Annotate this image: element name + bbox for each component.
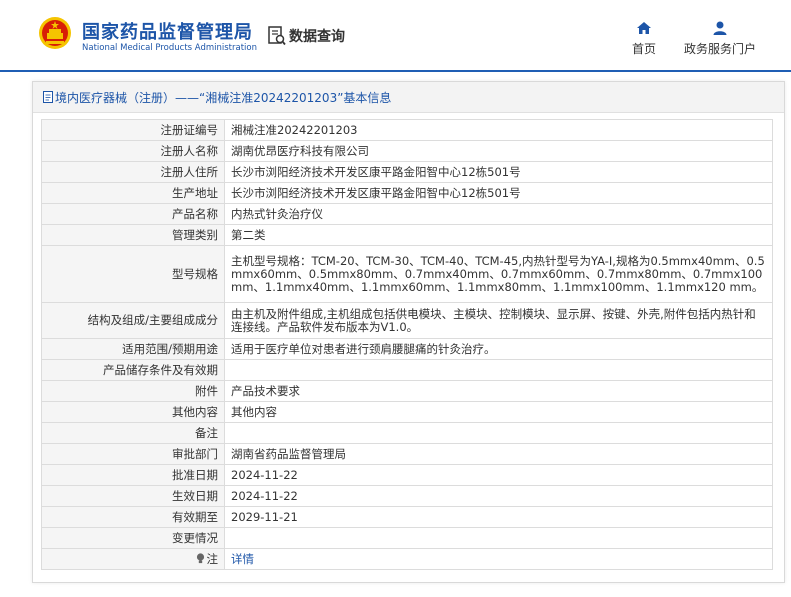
field-value: 2029-11-21 bbox=[224, 506, 773, 528]
table-row: 注册人名称 湖南优昂医疗科技有限公司 bbox=[41, 140, 773, 162]
table-row: 审批部门 湖南省药品监督管理局 bbox=[41, 443, 773, 465]
field-value: 产品技术要求 bbox=[224, 380, 773, 402]
field-value: 2024-11-22 bbox=[224, 485, 773, 507]
table-row: 其他内容 其他内容 bbox=[41, 401, 773, 423]
note-label: 注 bbox=[206, 551, 219, 566]
field-value: 由主机及附件组成,主机组成包括供电模块、主模块、控制模块、显示屏、按键、外壳,附… bbox=[224, 302, 773, 339]
field-label: 型号规格 bbox=[41, 245, 225, 303]
field-value: 适用于医疗单位对患者进行颈肩腰腿痛的针灸治疗。 bbox=[224, 338, 773, 360]
national-emblem-icon bbox=[39, 17, 71, 49]
site-header: 国家药品监督管理局 National Medical Products Admi… bbox=[0, 0, 791, 70]
field-label: 附件 bbox=[41, 380, 225, 402]
field-label: 变更情况 bbox=[41, 527, 225, 549]
data-query-label: 数据查询 bbox=[289, 29, 345, 45]
document-search-icon bbox=[268, 26, 286, 46]
site-subtitle: National Medical Products Administration bbox=[82, 43, 257, 53]
detail-panel: 境内医疗器械（注册）——“湘械注准20242201203”基本信息 注册证编号湘… bbox=[32, 81, 785, 583]
home-icon bbox=[637, 22, 651, 34]
field-value: 湖南优昂医疗科技有限公司 bbox=[224, 140, 773, 162]
field-value: 第二类 bbox=[224, 224, 773, 246]
breadcrumb-text: 境内医疗器械（注册）——“湘械注准20242201203”基本信息 bbox=[55, 90, 392, 105]
field-value: 内热式针灸治疗仪 bbox=[224, 203, 773, 225]
table-row: 附件 产品技术要求 bbox=[41, 380, 773, 402]
data-query-link[interactable]: 数据查询 bbox=[268, 25, 345, 47]
table-row: 产品名称 内热式针灸治疗仪 bbox=[41, 203, 773, 225]
field-label: 产品储存条件及有效期 bbox=[41, 359, 225, 381]
field-value: 长沙市浏阳经济技术开发区康平路金阳智中心12栋501号 bbox=[224, 182, 773, 204]
detail-table: 注册证编号 湘械注准20242201203 注册人名称 湖南优昂医疗科技有限公司 注册人… bbox=[41, 119, 773, 570]
table-row: 注册人住所 长沙市浏阳经济技术开发区康平路金阳智中心12栋501号 bbox=[41, 161, 773, 183]
field-label: 注册人住所 bbox=[41, 161, 225, 183]
table-row: 产品储存条件及有效期 bbox=[41, 359, 773, 381]
details-link[interactable]: 详情 bbox=[231, 552, 254, 566]
field-label: 生效日期 bbox=[41, 485, 225, 507]
table-row: 生产地址 长沙市浏阳经济技术开发区康平路金阳智中心12栋501号 bbox=[41, 182, 773, 204]
field-value: 湘械注准20242201203 bbox=[224, 119, 773, 141]
field-value bbox=[224, 527, 773, 549]
breadcrumb: 境内医疗器械（注册）——“湘械注准20242201203”基本信息 bbox=[33, 82, 784, 113]
field-label: 管理类别 bbox=[41, 224, 225, 246]
table-row: 备注 bbox=[41, 422, 773, 444]
site-title: 国家药品监督管理局 bbox=[82, 22, 253, 43]
nav-home[interactable]: 首页 bbox=[632, 20, 656, 57]
table-row: 结构及组成/主要组成成分 由主机及附件组成,主机组成包括供电模块、主模块、控制模块… bbox=[41, 302, 773, 339]
nav-service-portal-label: 政务服务门户 bbox=[684, 42, 757, 56]
field-label: 注册人名称 bbox=[41, 140, 225, 162]
document-icon bbox=[43, 91, 53, 103]
table-row: 批准日期 2024-11-22 bbox=[41, 464, 773, 486]
field-label: 批准日期 bbox=[41, 464, 225, 486]
field-label: 有效期至 bbox=[41, 506, 225, 528]
field-label: 审批部门 bbox=[41, 443, 225, 465]
header-divider bbox=[0, 70, 791, 72]
table-row: 注册证编号 湘械注准20242201203 bbox=[41, 119, 773, 141]
field-label: 结构及组成/主要组成成分 bbox=[41, 302, 225, 339]
nav-home-label: 首页 bbox=[632, 42, 657, 56]
field-label: 其他内容 bbox=[41, 401, 225, 423]
field-label: 适用范围/预期用途 bbox=[41, 338, 225, 360]
table-row: 管理类别 第二类 bbox=[41, 224, 773, 246]
field-value: 长沙市浏阳经济技术开发区康平路金阳智中心12栋501号 bbox=[224, 161, 773, 183]
field-value bbox=[224, 422, 773, 444]
field-value bbox=[224, 359, 773, 381]
nav-service-portal[interactable]: 政务服务门户 bbox=[684, 20, 756, 57]
table-row: 适用范围/预期用途 适用于医疗单位对患者进行颈肩腰腿痛的针灸治疗。 bbox=[41, 338, 773, 360]
field-value: 其他内容 bbox=[224, 401, 773, 423]
note-value-cell: 详情 bbox=[224, 548, 773, 570]
field-label: 注册证编号 bbox=[41, 119, 225, 141]
bulb-icon bbox=[196, 552, 204, 563]
table-row: 生效日期 2024-11-22 bbox=[41, 485, 773, 507]
field-value: 主机型号规格：TCM-20、TCM-30、TCM-40、TCM-45,内热针型号… bbox=[224, 245, 773, 303]
table-row: 型号规格 主机型号规格：TCM-20、TCM-30、TCM-40、TCM-45,内… bbox=[41, 245, 773, 303]
note-label-cell: 注 bbox=[41, 548, 225, 570]
field-value: 湖南省药品监督管理局 bbox=[224, 443, 773, 465]
field-label: 备注 bbox=[41, 422, 225, 444]
table-row: 变更情况 bbox=[41, 527, 773, 549]
note-row: 注详情 bbox=[41, 548, 773, 570]
table-row: 有效期至 2029-11-21 bbox=[41, 506, 773, 528]
field-label: 产品名称 bbox=[41, 203, 225, 225]
field-value: 2024-11-22 bbox=[224, 464, 773, 486]
field-label: 生产地址 bbox=[41, 182, 225, 204]
user-icon bbox=[713, 21, 727, 35]
